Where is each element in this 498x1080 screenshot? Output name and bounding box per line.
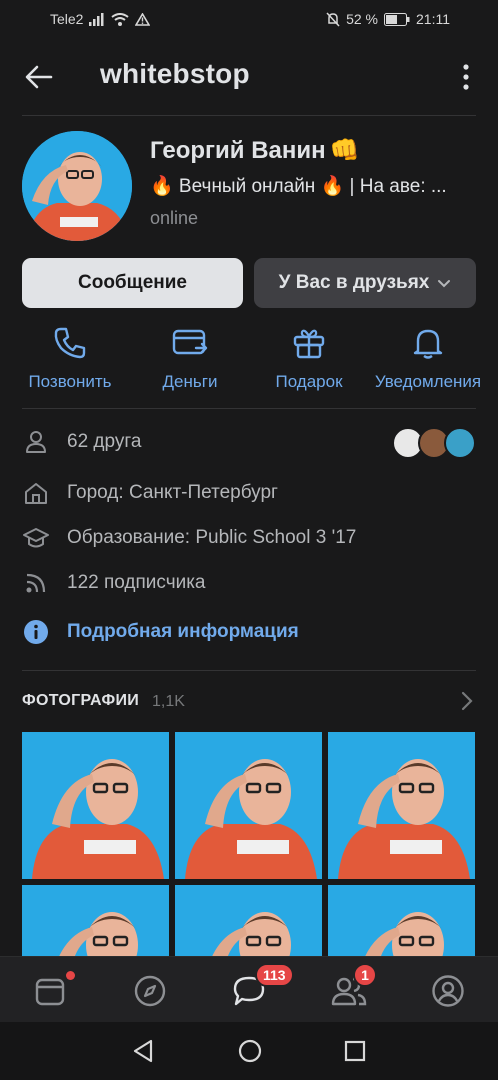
friends-badge: 1 [353,963,377,987]
tab-news[interactable] [30,971,75,1011]
divider [22,670,476,671]
mute-bell-icon [326,11,340,27]
more-vertical-icon[interactable] [456,62,476,92]
tab-profile[interactable] [428,971,468,1011]
divider [22,408,476,409]
education-text: Образование: Public School 3 '17 [67,527,357,548]
signal-icon [89,12,104,26]
friend-avatars[interactable] [392,427,476,459]
photo-thumbnail[interactable] [328,732,475,879]
avatar [444,427,476,459]
battery-percent: 52 % [346,11,378,27]
message-button-label: Сообщение [78,272,187,293]
notifications-action-label: Уведомления [374,372,482,391]
status-bar: Tele2 52 % 21:11 [0,0,498,38]
clock: 21:11 [416,11,450,27]
followers-count: 122 подписчика [67,572,206,593]
friends-count: 62 друга [67,431,142,452]
rss-icon [26,573,46,593]
home-icon [25,483,47,504]
app-header: whitebstop [0,48,498,106]
friends-status-label: У Вас в друзьях [278,272,430,293]
wifi-icon [111,12,130,26]
profile-name-text: Георгий Ванин [150,137,326,164]
bell-icon [413,329,443,359]
city-text: Город: Санкт-Петербург [67,482,278,503]
graduation-cap-icon [23,528,49,548]
photo-thumbnail[interactable] [175,732,322,879]
money-action-label: Деньги [162,372,218,391]
education-row: Образование: Public School 3 '17 [22,521,476,555]
battery-icon [384,12,410,26]
money-action[interactable]: Деньги [128,326,252,392]
followers-row[interactable]: 122 подписчика [22,566,476,600]
profile-name: Георгий Ванин 👊 [150,136,360,165]
gift-action[interactable]: Подарок [247,326,371,392]
page-title: whitebstop [100,58,250,89]
tab-friends[interactable]: 1 [329,963,377,1011]
gift-action-label: Подарок [275,372,343,391]
chevron-right-icon[interactable] [460,690,474,712]
newsfeed-icon [35,978,65,1006]
carrier-label: Tele2 [50,11,84,27]
fist-emoji: 👊 [329,137,360,164]
divider [22,115,476,116]
tab-messages[interactable]: 113 [229,963,294,1011]
nav-recents-icon[interactable] [343,1038,367,1064]
profile-status[interactable]: 🔥 Вечный онлайн 🔥 | На аве: ... [150,174,490,198]
photo-thumbnail[interactable] [22,732,169,879]
notification-dot [66,971,75,980]
warning-icon [135,12,151,26]
nav-home-icon[interactable] [237,1038,263,1064]
details-link: Подробная информация [67,621,299,642]
message-button[interactable]: Сообщение [22,258,243,308]
info-icon [24,620,48,644]
online-status: online [150,208,199,228]
tab-discover[interactable] [130,971,170,1011]
call-action[interactable]: Позвонить [8,326,132,392]
call-action-label: Позвонить [28,372,112,391]
friends-status-button[interactable]: У Вас в друзьях [254,258,476,308]
profile-icon [432,975,464,1007]
phone-icon [54,327,86,359]
chevron-down-icon [438,279,451,287]
messages-badge: 113 [255,963,294,987]
details-row[interactable]: Подробная информация [22,615,476,649]
nav-back-icon[interactable] [131,1038,155,1064]
notifications-action[interactable]: Уведомления [366,326,490,392]
tab-bar: 113 1 [0,956,498,1022]
system-nav-bar [0,1022,498,1080]
photos-count: 1,1K [152,693,185,710]
gift-icon [293,329,325,359]
city-row: Город: Санкт-Петербург [22,476,476,510]
photos-title[interactable]: ФОТОГРАФИИ [22,692,139,710]
avatar[interactable] [22,131,132,241]
person-icon [26,431,46,453]
money-icon [172,329,208,355]
compass-icon [134,975,166,1007]
back-arrow-icon[interactable] [24,62,54,92]
